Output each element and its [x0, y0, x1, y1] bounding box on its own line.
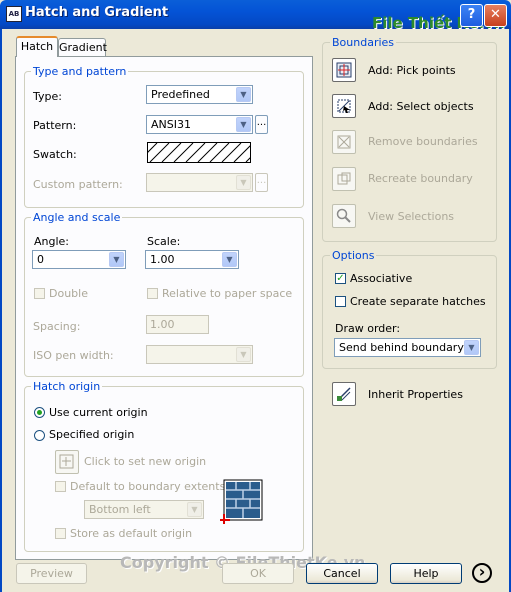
angle-combo[interactable]: 0 ▼: [32, 250, 126, 269]
relative-paper-label: Relative to paper space: [162, 287, 293, 300]
chevron-down-icon: ▼: [464, 340, 479, 355]
help-button[interactable]: Help: [390, 563, 462, 584]
tab-gradient[interactable]: Gradient: [58, 38, 107, 56]
view-selections-button[interactable]: [332, 204, 356, 228]
select-objects-icon: [337, 99, 351, 113]
scale-combo[interactable]: 1.00 ▼: [145, 250, 239, 269]
custom-browse-button[interactable]: ...: [255, 173, 268, 192]
recreate-boundary-button[interactable]: [332, 167, 356, 191]
type-pattern-title: Type and pattern: [31, 65, 129, 78]
swatch-preview[interactable]: [137, 142, 266, 163]
use-current-origin-label: Use current origin: [49, 406, 148, 419]
origin-position-select[interactable]: Bottom left ▼: [84, 500, 204, 519]
inherit-properties-button[interactable]: [332, 382, 356, 406]
scale-label: Scale:: [147, 235, 181, 248]
title-help-button[interactable]: ?: [460, 4, 483, 27]
custom-pattern-select[interactable]: ▼: [146, 173, 253, 192]
draw-order-label: Draw order:: [335, 322, 401, 335]
remove-boundaries-button[interactable]: [332, 130, 356, 154]
options-title: Options: [330, 249, 377, 262]
iso-pen-label: ISO pen width:: [33, 349, 114, 362]
origin-preview-icon: [220, 476, 266, 524]
select-objects-button[interactable]: [332, 94, 356, 118]
inherit-properties-icon: [337, 387, 351, 401]
chevron-down-icon: ▼: [236, 117, 251, 132]
store-default-label: Store as default origin: [70, 527, 193, 540]
specified-origin-label: Specified origin: [49, 428, 135, 441]
separate-hatches-checkbox[interactable]: [335, 296, 346, 307]
pick-points-icon: [336, 62, 352, 78]
crosshair-icon: [59, 454, 74, 469]
cancel-button[interactable]: Cancel: [306, 563, 378, 584]
origin-position-value: Bottom left: [89, 503, 151, 516]
pattern-select[interactable]: ANSI31 ▼: [146, 115, 253, 134]
remove-boundaries-label: Remove boundaries: [368, 135, 478, 148]
type-label: Type:: [33, 90, 62, 103]
chevron-down-icon: ▼: [236, 175, 251, 190]
associative-label: Associative: [350, 272, 413, 285]
double-checkbox[interactable]: [34, 288, 45, 299]
boundaries-title: Boundaries: [330, 36, 397, 49]
angle-value: 0: [37, 253, 44, 266]
default-extents-label: Default to boundary extents: [70, 480, 226, 493]
chevron-down-icon: ▼: [187, 502, 202, 517]
window-title: Hatch and Gradient: [25, 5, 169, 20]
more-options-button[interactable]: ›: [472, 563, 492, 583]
separate-hatches-label: Create separate hatches: [350, 295, 486, 308]
recreate-boundary-icon: [337, 172, 351, 185]
preview-button[interactable]: Preview: [16, 563, 87, 584]
select-objects-label: Add: Select objects: [368, 100, 474, 113]
app-icon: AB: [6, 6, 22, 22]
double-label: Double: [49, 287, 88, 300]
tab-hatch[interactable]: Hatch: [16, 36, 58, 57]
angle-scale-title: Angle and scale: [31, 211, 123, 224]
store-default-checkbox[interactable]: [55, 528, 66, 539]
remove-boundaries-icon: [337, 135, 351, 149]
scale-value: 1.00: [150, 253, 175, 266]
close-button[interactable]: ✕: [484, 4, 507, 27]
relative-paper-checkbox[interactable]: [147, 288, 158, 299]
view-selections-label: View Selections: [368, 210, 455, 223]
chevron-down-icon: ▼: [222, 252, 237, 267]
chevron-down-icon: ▼: [236, 347, 251, 362]
iso-pen-select[interactable]: ▼: [146, 345, 253, 364]
use-current-origin-radio[interactable]: [34, 407, 45, 418]
set-origin-button[interactable]: [55, 450, 79, 474]
associative-checkbox[interactable]: ✓: [335, 273, 346, 284]
type-select[interactable]: Predefined ▼: [146, 85, 253, 104]
pattern-label: Pattern:: [33, 119, 77, 132]
custom-pattern-label: Custom pattern:: [33, 178, 123, 191]
chevron-down-icon: ▼: [236, 87, 251, 102]
default-extents-checkbox[interactable]: [55, 481, 66, 492]
pattern-value: ANSI31: [151, 118, 191, 131]
chevron-down-icon: ▼: [109, 252, 124, 267]
swatch-label: Swatch:: [33, 148, 77, 161]
angle-label: Angle:: [34, 235, 70, 248]
spacing-input[interactable]: 1.00: [146, 315, 209, 334]
type-value: Predefined: [151, 88, 210, 101]
click-to-set-label: Click to set new origin: [84, 455, 207, 468]
recreate-boundary-label: Recreate boundary: [368, 172, 473, 185]
inherit-properties-label: Inherit Properties: [368, 388, 463, 401]
spacing-label: Spacing:: [33, 320, 81, 333]
pick-points-button[interactable]: [332, 58, 356, 82]
magnifier-icon: [336, 208, 351, 223]
draw-order-select[interactable]: Send behind boundary ▼: [334, 338, 481, 357]
hatch-swatch-icon: [137, 142, 266, 163]
pattern-browse-button[interactable]: ...: [255, 115, 268, 134]
ok-button[interactable]: OK: [222, 563, 294, 584]
draw-order-value: Send behind boundary: [339, 341, 464, 354]
pick-points-label: Add: Pick points: [368, 64, 456, 77]
hatch-origin-title: Hatch origin: [31, 380, 103, 393]
specified-origin-radio[interactable]: [34, 430, 45, 441]
